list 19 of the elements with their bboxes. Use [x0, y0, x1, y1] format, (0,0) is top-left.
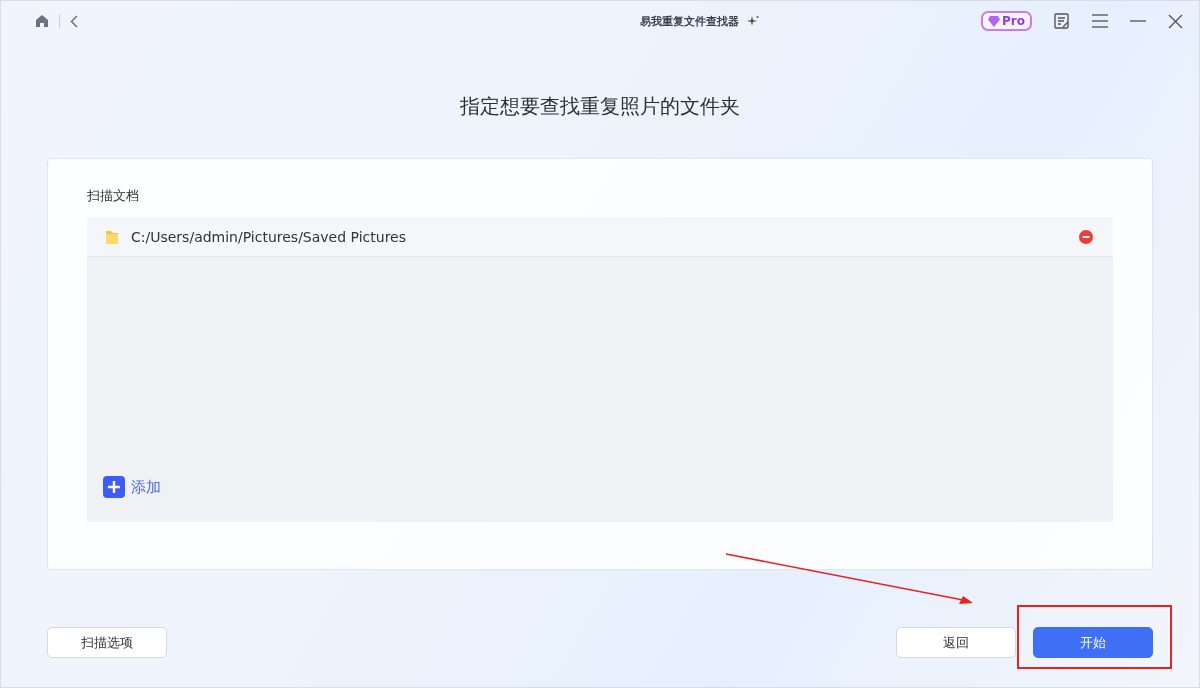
start-button[interactable]: 开始	[1033, 627, 1153, 658]
home-icon[interactable]	[35, 14, 49, 28]
remove-icon[interactable]	[1079, 229, 1093, 244]
add-button[interactable]: 添加	[87, 476, 1113, 522]
section-label: 扫描文档	[87, 187, 140, 205]
feedback-icon[interactable]	[1054, 13, 1070, 29]
secondary-button[interactable]: 返回	[896, 627, 1016, 658]
folder-path: C:/Users/admin/Pictures/Saved Pictures	[131, 228, 407, 245]
sparkle-icon	[746, 15, 759, 27]
plus-icon	[103, 476, 125, 498]
back-icon[interactable]	[70, 14, 78, 28]
window-title: 易我重复文件查找器	[639, 13, 739, 29]
close-icon[interactable]	[1168, 13, 1183, 29]
secondary-button[interactable]: 扫描选项	[47, 627, 167, 658]
folder-row[interactable]: C:/Users/admin/Pictures/Saved Pictures	[87, 217, 1113, 257]
pro-badge[interactable]: Pro	[981, 11, 1032, 31]
page-heading: 指定想要查找重复照片的文件夹	[459, 93, 741, 120]
menu-icon[interactable]	[1092, 14, 1108, 28]
folder-icon	[105, 228, 119, 245]
